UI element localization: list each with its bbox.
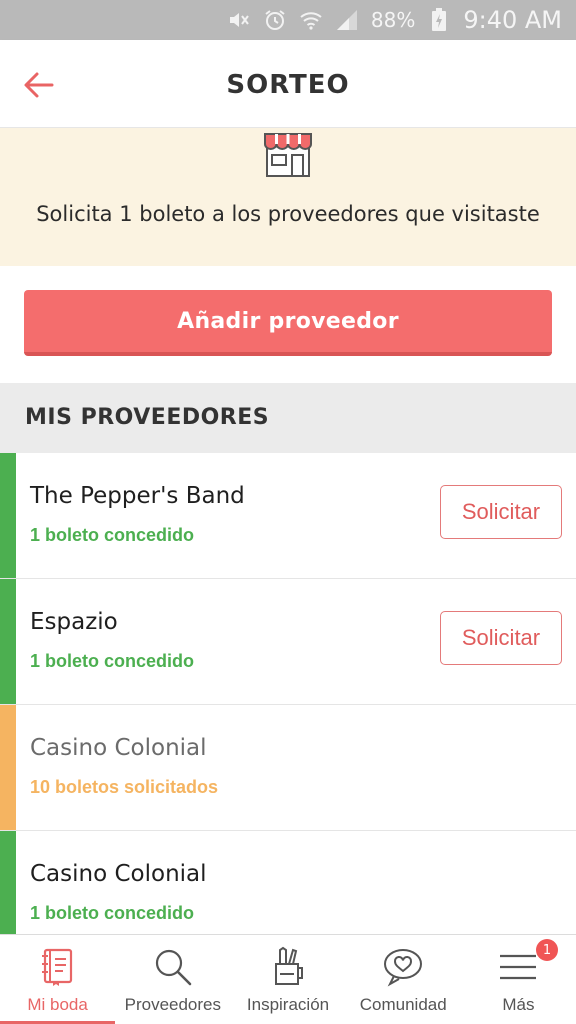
alarm-icon xyxy=(263,8,287,32)
vendor-row[interactable]: The Pepper's Band 1 boleto concedido Sol… xyxy=(0,453,576,579)
banner-message: Solicita 1 boleto a los proveedores que … xyxy=(36,202,540,226)
store-icon xyxy=(262,130,314,178)
nav-item-comunidad[interactable]: Comunidad xyxy=(346,935,461,1024)
menu-icon xyxy=(496,945,540,989)
app-header: SORTEO xyxy=(0,40,576,128)
vendor-name: Casino Colonial xyxy=(30,861,207,887)
vendor-list: The Pepper's Band 1 boleto concedido Sol… xyxy=(0,453,576,957)
add-vendor-button[interactable]: Añadir proveedor xyxy=(24,290,552,356)
nav-label: Más xyxy=(502,995,535,1014)
nav-label: Mi boda xyxy=(27,995,88,1014)
wifi-icon xyxy=(299,8,323,32)
nav-item-mi-boda[interactable]: Mi boda xyxy=(0,935,116,1024)
chat-heart-icon xyxy=(381,945,425,989)
info-banner: Solicita 1 boleto a los proveedores que … xyxy=(0,128,576,266)
nav-item-proveedores[interactable]: Proveedores xyxy=(115,935,230,1024)
nav-item-mas[interactable]: 1 Más xyxy=(461,935,576,1024)
status-bar: 88% 9:40 AM xyxy=(0,0,576,40)
signal-icon xyxy=(335,8,359,32)
vendor-row[interactable]: Espazio 1 boleto concedido Solicitar xyxy=(0,579,576,705)
vendor-name: The Pepper's Band xyxy=(30,483,245,509)
status-bar-indicator xyxy=(0,579,16,704)
status-bar-indicator xyxy=(0,453,16,578)
nav-label: Proveedores xyxy=(124,995,221,1014)
notification-badge: 1 xyxy=(536,939,559,961)
mute-icon xyxy=(227,8,251,32)
vendor-status: 1 boleto concedido xyxy=(30,651,195,671)
request-button[interactable]: Solicitar xyxy=(440,611,562,665)
vendor-row[interactable]: Casino Colonial 10 boletos solicitados xyxy=(0,705,576,831)
status-bar-indicator xyxy=(0,705,16,830)
battery-percent: 88% xyxy=(370,8,416,32)
battery-charging-icon xyxy=(427,8,451,32)
nav-label: Comunidad xyxy=(359,995,447,1014)
notebook-icon xyxy=(36,945,80,989)
nav-item-inspiracion[interactable]: Inspiración xyxy=(230,935,345,1024)
pencil-cup-icon xyxy=(266,945,310,989)
vendor-name: Espazio xyxy=(30,609,118,635)
vendor-status: 1 boleto concedido xyxy=(30,525,195,545)
nav-label: Inspiración xyxy=(246,995,330,1014)
section-header: MIS PROVEEDORES xyxy=(0,383,576,453)
bottom-nav: Mi boda Proveedores Inspiración Comunida… xyxy=(0,934,576,1024)
vendor-name: Casino Colonial xyxy=(30,735,207,761)
vendor-status: 1 boleto concedido xyxy=(30,903,195,923)
clock: 9:40 AM xyxy=(463,6,562,34)
search-icon xyxy=(151,945,195,989)
section-title: MIS PROVEEDORES xyxy=(25,405,270,430)
page-title: SORTEO xyxy=(226,70,350,100)
request-button[interactable]: Solicitar xyxy=(440,485,562,539)
vendor-status: 10 boletos solicitados xyxy=(30,777,219,797)
